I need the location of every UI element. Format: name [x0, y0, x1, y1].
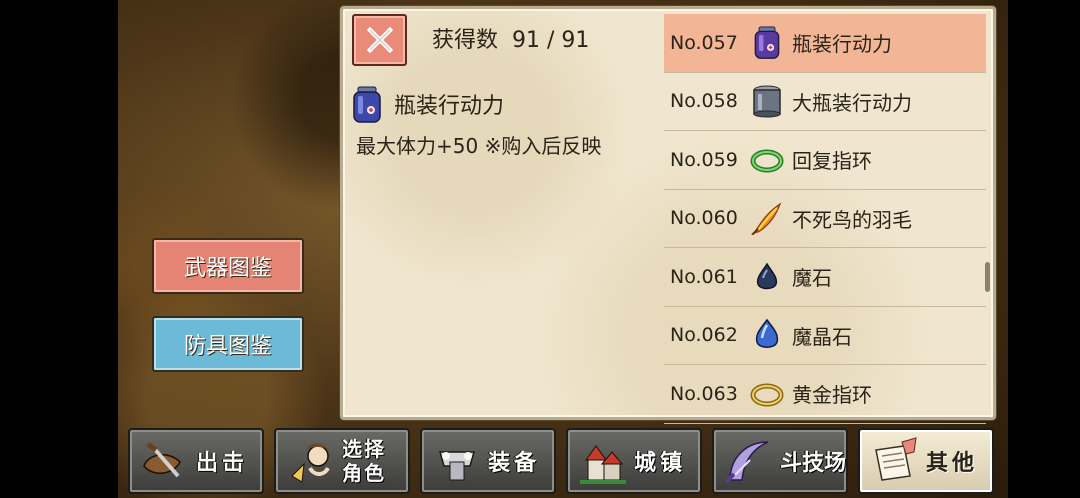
- potion-jar-icon: [353, 86, 381, 123]
- detail-item-name: 瓶装行动力: [394, 94, 505, 119]
- list-scrollbar[interactable]: [985, 262, 990, 292]
- detail-item-description: 最大体力+50 ※购入后反映: [356, 134, 602, 158]
- character-select-icon: [291, 443, 330, 483]
- item-list[interactable]: No.057 瓶装行动力 No.058 大瓶装行动力 No.059 回复指环 N…: [664, 14, 986, 424]
- nav-other-button[interactable]: 其他: [858, 428, 994, 494]
- armor-catalog-button[interactable]: 防具图鉴: [152, 316, 304, 372]
- bottom-nav: 出击 选择 角色 装备 城镇 斗技场 其他: [128, 428, 994, 494]
- list-item[interactable]: No.057 瓶装行动力: [664, 14, 986, 73]
- nav-character-select-button[interactable]: 选择 角色: [274, 428, 410, 494]
- arena-icon: [724, 441, 769, 484]
- magic-stone-icon: [750, 260, 784, 294]
- list-item[interactable]: No.061 魔石: [664, 248, 986, 307]
- potion-jar-icon: [750, 26, 784, 60]
- green-ring-icon: [750, 143, 784, 177]
- list-item[interactable]: No.058 大瓶装行动力: [664, 73, 986, 131]
- list-item[interactable]: No.059 回复指环: [664, 131, 986, 190]
- close-button[interactable]: [352, 14, 407, 66]
- nav-sortie-button[interactable]: 出击: [128, 428, 264, 494]
- magic-crystal-icon: [750, 318, 784, 352]
- list-item[interactable]: No.063 黄金指环: [664, 365, 986, 424]
- obtained-count: 获得数 91 / 91: [432, 28, 590, 53]
- phoenix-feather-icon: [750, 201, 784, 236]
- sortie-icon: [143, 442, 181, 478]
- large-jar-icon: [750, 84, 784, 118]
- other-icon: [875, 437, 917, 481]
- weapon-catalog-button[interactable]: 武器图鉴: [152, 238, 304, 294]
- nav-equipment-button[interactable]: 装备: [420, 428, 556, 494]
- nav-town-button[interactable]: 城镇: [566, 428, 702, 494]
- close-icon: [366, 26, 393, 54]
- gold-ring-icon: [750, 377, 784, 411]
- equipment-icon: [439, 451, 475, 481]
- nav-arena-button[interactable]: 斗技场: [712, 428, 848, 494]
- list-item[interactable]: No.060 不死鸟的羽毛: [664, 190, 986, 248]
- town-icon: [580, 445, 626, 484]
- list-item[interactable]: No.062 魔晶石: [664, 307, 986, 365]
